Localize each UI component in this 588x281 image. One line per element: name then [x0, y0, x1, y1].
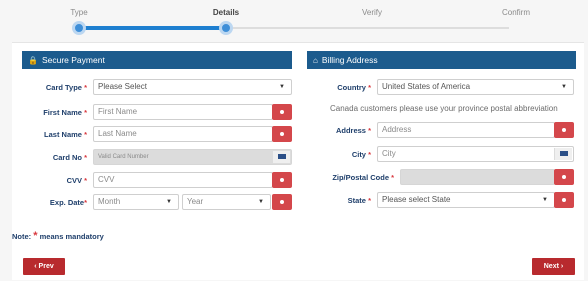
home-icon: ⌂: [313, 56, 318, 65]
chevron-down-icon: ▼: [561, 84, 567, 90]
country-label: Country *: [337, 83, 371, 92]
credit-card-icon: [272, 151, 290, 163]
last-name-field[interactable]: Last Name: [93, 126, 273, 142]
cvv-label: CVV *: [66, 176, 87, 185]
card-type-select[interactable]: Please Select ▼: [93, 79, 292, 95]
zip-row: Zip/Postal Code *: [332, 169, 574, 187]
card-no-label: Card No *: [52, 153, 87, 162]
billing-address-header: ⌂ Billing Address: [307, 51, 576, 69]
address-field[interactable]: Address: [377, 122, 555, 138]
state-select[interactable]: Please select State ▼: [377, 192, 555, 208]
card-type-label: Card Type *: [45, 83, 87, 92]
billing-address-title: Billing Address: [321, 55, 378, 65]
progress-stepper: Type Details Verify Confirm: [0, 0, 588, 42]
step-type-label: Type: [70, 8, 88, 17]
step-details-label: Details: [212, 8, 240, 17]
card-no-row: Card No * Valid Card Number: [53, 149, 292, 167]
last-name-error-icon: [272, 126, 292, 142]
step-verify-label: Verify: [361, 8, 382, 17]
location-icon: [554, 148, 572, 160]
secure-payment-title: Secure Payment: [41, 55, 105, 65]
postal-hint-text: Canada customers please use your provinc…: [330, 104, 558, 113]
exp-date-row: Exp. Date* Month ▼ Year ▼: [50, 194, 292, 212]
state-label: State *: [347, 196, 371, 205]
chevron-down-icon: ▼: [166, 199, 172, 205]
state-row: State * Please select State ▼: [348, 192, 574, 210]
stepper-progress: [79, 26, 226, 30]
cvv-error-icon: [272, 172, 292, 188]
city-field[interactable]: City: [377, 146, 574, 162]
step-details-dot: [219, 21, 233, 35]
address-error-icon: [554, 122, 574, 138]
cvv-row: CVV * CVV: [67, 172, 292, 190]
cvv-field[interactable]: CVV: [93, 172, 273, 188]
first-name-field[interactable]: First Name: [93, 104, 273, 120]
first-name-error-icon: [272, 104, 292, 120]
zip-error-icon: [554, 169, 574, 185]
address-row: Address * Address: [336, 122, 574, 140]
exp-date-error-icon: [272, 194, 292, 210]
chevron-down-icon: ▼: [279, 84, 285, 90]
first-name-row: First Name * First Name: [43, 104, 292, 122]
chevron-down-icon: ▼: [258, 199, 264, 205]
chevron-right-icon: ›: [560, 263, 564, 270]
lock-icon: 🔒: [28, 56, 38, 65]
state-error-icon: [554, 192, 574, 208]
city-row: City * City: [352, 146, 574, 164]
first-name-label: First Name *: [43, 108, 87, 117]
last-name-label: Last Name *: [44, 130, 87, 139]
address-label: Address *: [335, 126, 371, 135]
exp-year-select[interactable]: Year ▼: [182, 194, 271, 210]
mandatory-note: Note: * means mandatory: [12, 230, 104, 242]
zip-field[interactable]: [400, 169, 555, 185]
last-name-row: Last Name * Last Name: [44, 126, 292, 144]
country-select[interactable]: United States of America ▼: [377, 79, 574, 95]
exp-month-select[interactable]: Month ▼: [93, 194, 179, 210]
chevron-down-icon: ▼: [542, 197, 548, 203]
prev-button[interactable]: ‹ Prev: [23, 258, 65, 275]
exp-date-label: Exp. Date*: [49, 198, 87, 207]
next-button[interactable]: Next ›: [532, 258, 575, 275]
step-confirm-label: Confirm: [501, 8, 530, 17]
step-type-dot: [72, 21, 86, 35]
city-label: City *: [351, 150, 371, 159]
chevron-left-icon: ‹: [34, 263, 37, 270]
card-number-field[interactable]: Valid Card Number: [93, 149, 292, 165]
secure-payment-header: 🔒 Secure Payment: [22, 51, 292, 69]
zip-label: Zip/Postal Code *: [332, 173, 394, 182]
country-row: Country * United States of America ▼: [337, 79, 574, 97]
card-type-row: Card Type * Please Select ▼: [46, 79, 292, 97]
